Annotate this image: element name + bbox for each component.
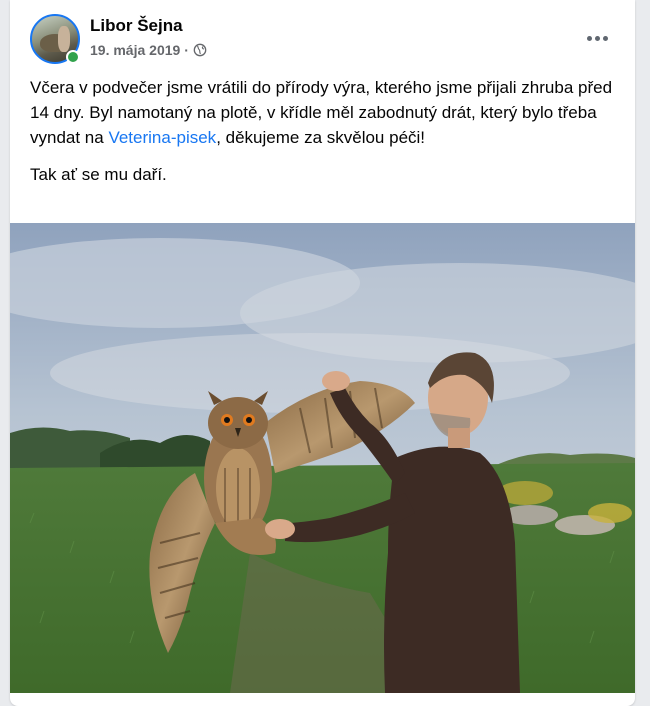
more-options-button[interactable]: [579, 26, 615, 50]
post-paragraph-1: Včera v podvečer jsme vrátili do přírody…: [30, 75, 615, 150]
meta-separator: ·: [184, 42, 189, 58]
post-meta: 19. mája 2019 ·: [90, 42, 207, 58]
owl-release-photo: [10, 223, 635, 693]
more-options-icon: [586, 35, 592, 41]
globe-icon[interactable]: [193, 43, 207, 57]
online-status-dot: [66, 50, 80, 64]
post-card: Libor Šejna 19. mája 2019 · Včera v podv…: [10, 0, 635, 706]
author-name[interactable]: Libor Šejna: [90, 16, 183, 36]
post-photo[interactable]: [10, 223, 635, 693]
avatar[interactable]: [30, 14, 80, 64]
paragraph-1-text-end: , děkujeme za skvělou péči!: [216, 128, 426, 147]
post-paragraph-2: Tak ať se mu daří.: [30, 165, 167, 184]
post-text: Včera v podvečer jsme vrátili do přírody…: [30, 75, 615, 199]
post-date[interactable]: 19. mája 2019: [90, 42, 180, 58]
veterina-pisek-link[interactable]: Veterina-pisek: [108, 128, 216, 147]
post-header: Libor Šejna 19. mája 2019 ·: [10, 0, 635, 70]
